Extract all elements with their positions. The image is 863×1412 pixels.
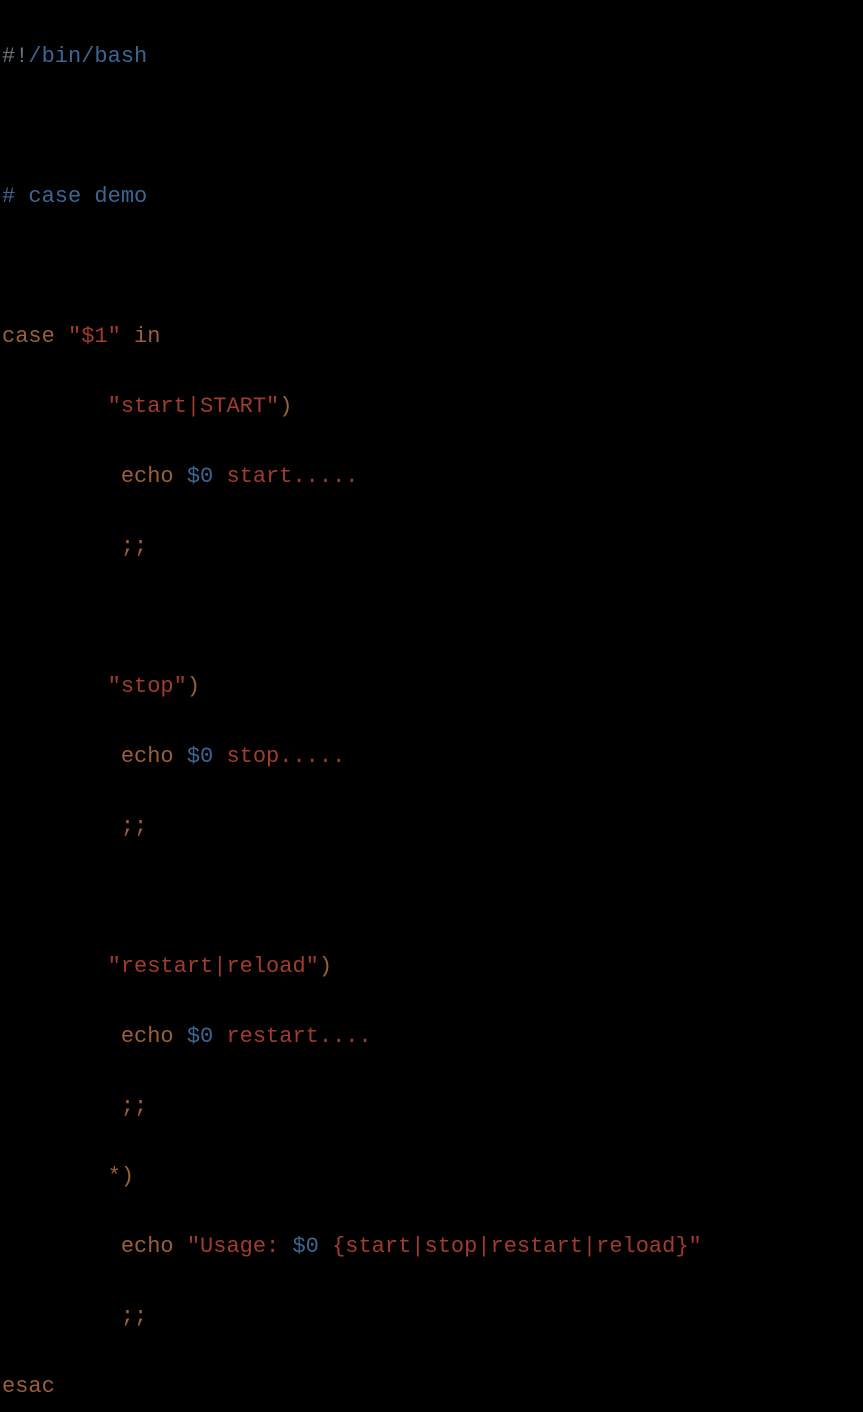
code-line-12: ;; — [2, 809, 861, 844]
case-terminator: ;; — [121, 1304, 147, 1329]
blank-line — [2, 879, 861, 914]
echo-text: start..... — [226, 464, 358, 489]
indent — [2, 744, 121, 769]
echo-text: stop..... — [226, 744, 345, 769]
blank-line — [2, 249, 861, 284]
case-arg: "$1" — [68, 324, 121, 349]
command-echo: echo — [121, 744, 174, 769]
case-pattern: "start|START" — [108, 394, 280, 419]
code-line-15: echo $0 restart.... — [2, 1019, 861, 1054]
case-terminator: ;; — [121, 534, 147, 559]
keyword-esac: esac — [2, 1374, 55, 1399]
comment-text: # case demo — [2, 184, 147, 209]
indent — [2, 1094, 121, 1119]
blank-line — [2, 599, 861, 634]
paren: ) — [319, 954, 332, 979]
code-line-16: ;; — [2, 1089, 861, 1124]
code-line-19: ;; — [2, 1299, 861, 1334]
indent — [2, 674, 108, 699]
case-terminator: ;; — [121, 814, 147, 839]
case-terminator: ;; — [121, 1094, 147, 1119]
wildcard: * — [108, 1164, 121, 1189]
blank-line — [2, 109, 861, 144]
code-line-7: echo $0 start..... — [2, 459, 861, 494]
code-line-10: "stop") — [2, 669, 861, 704]
code-line-18: echo "Usage: $0 {start|stop|restart|relo… — [2, 1229, 861, 1264]
indent — [2, 1234, 121, 1259]
keyword-case: case — [2, 324, 55, 349]
indent — [2, 464, 121, 489]
code-line-20: esac — [2, 1369, 861, 1404]
indent — [2, 954, 108, 979]
code-line-5: case "$1" in — [2, 319, 861, 354]
variable: $0 — [187, 464, 213, 489]
indent — [2, 1304, 121, 1329]
shebang-path: /bin/bash — [28, 44, 147, 69]
code-line-14: "restart|reload") — [2, 949, 861, 984]
case-pattern: "stop" — [108, 674, 187, 699]
shebang-marker: #! — [2, 44, 28, 69]
code-editor[interactable]: #!/bin/bash # case demo case "$1" in "st… — [0, 0, 863, 1412]
variable: $0 — [187, 744, 213, 769]
paren: ) — [187, 674, 200, 699]
echo-text: restart.... — [226, 1024, 371, 1049]
code-line-8: ;; — [2, 529, 861, 564]
case-pattern: "restart|reload" — [108, 954, 319, 979]
indent — [2, 1164, 108, 1189]
string-part: "Usage: — [187, 1234, 293, 1259]
command-echo: echo — [121, 1024, 174, 1049]
code-line-3: # case demo — [2, 179, 861, 214]
code-line-17: *) — [2, 1159, 861, 1194]
string-part: {start|stop|restart|reload}" — [319, 1234, 702, 1259]
indent — [2, 1024, 121, 1049]
indent — [2, 814, 121, 839]
paren: ) — [121, 1164, 134, 1189]
keyword-in: in — [134, 324, 160, 349]
code-line-1: #!/bin/bash — [2, 39, 861, 74]
variable: $0 — [187, 1024, 213, 1049]
paren: ) — [279, 394, 292, 419]
code-line-6: "start|START") — [2, 389, 861, 424]
command-echo: echo — [121, 464, 174, 489]
variable: $0 — [292, 1234, 318, 1259]
code-line-11: echo $0 stop..... — [2, 739, 861, 774]
indent — [2, 394, 108, 419]
command-echo: echo — [121, 1234, 174, 1259]
indent — [2, 534, 121, 559]
